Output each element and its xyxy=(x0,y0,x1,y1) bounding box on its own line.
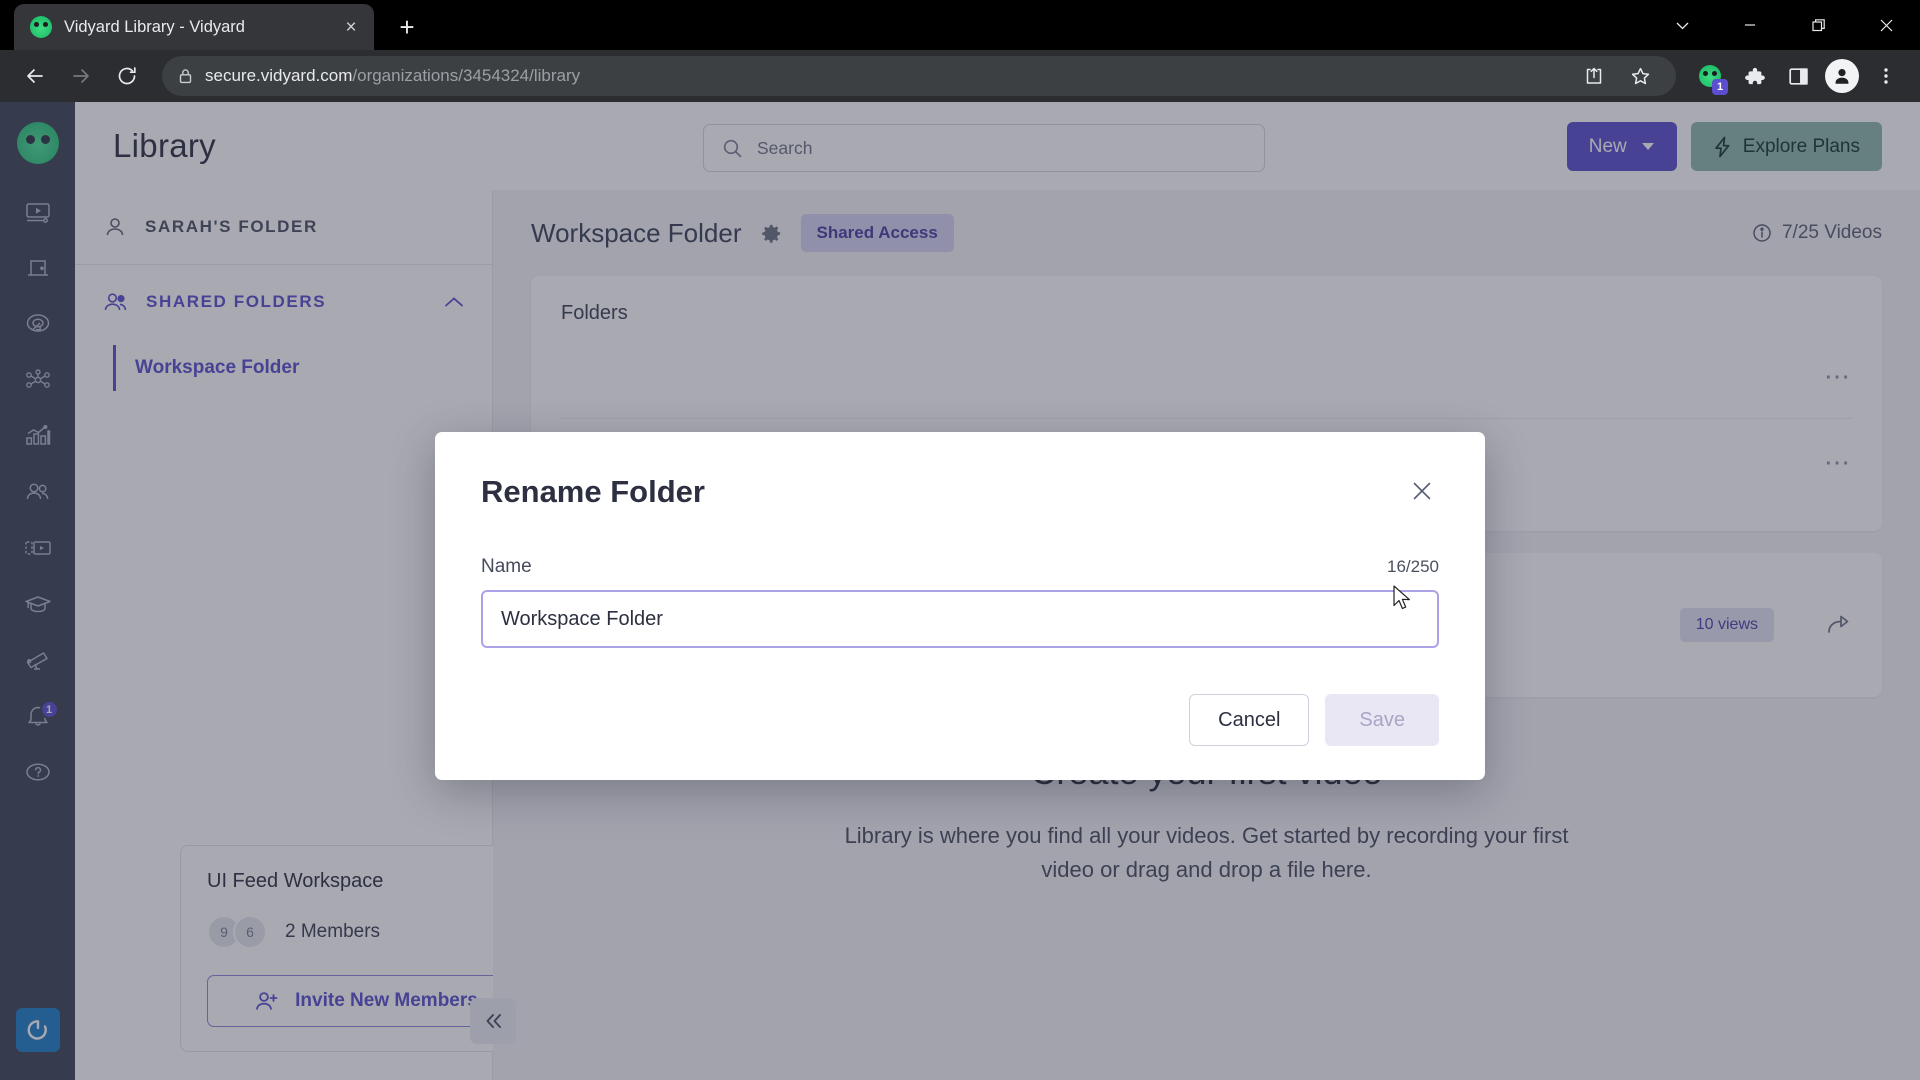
dialog-actions: Cancel Save xyxy=(481,694,1439,746)
header-actions: New Explore Plans xyxy=(1566,122,1882,171)
dialog-title: Rename Folder xyxy=(481,474,705,509)
network-nodes-icon[interactable] xyxy=(12,354,64,406)
chevron-up-icon[interactable] xyxy=(444,296,464,308)
chevron-double-left-icon[interactable] xyxy=(470,998,516,1044)
search-box[interactable]: Search xyxy=(703,124,1265,172)
empty-state-body: Library is where you find all your video… xyxy=(844,823,1569,883)
share-arrow-icon[interactable] xyxy=(1826,613,1852,637)
bell-badge: 1 xyxy=(39,700,59,719)
help-question-icon[interactable] xyxy=(12,746,64,798)
vidyard-extension-icon[interactable]: 1 xyxy=(1690,56,1730,96)
notification-bell-icon[interactable]: 1 xyxy=(12,690,64,742)
icon-rail: 1 xyxy=(0,102,75,1080)
graduation-cap-icon[interactable] xyxy=(12,578,64,630)
workspace-members: 9 6 2 Members xyxy=(207,915,525,949)
lock-icon xyxy=(178,68,193,84)
breadcrumb: Workspace Folder Shared Access 7/25 Vide… xyxy=(531,190,1882,276)
reload-icon[interactable] xyxy=(106,55,148,97)
omnibox-actions xyxy=(1574,56,1660,96)
side-panel-icon[interactable] xyxy=(1778,56,1818,96)
videos-count: 7/25 Videos xyxy=(1752,222,1882,244)
table-row[interactable]: ⋯ xyxy=(561,333,1852,419)
video-views: 10 views xyxy=(1679,608,1774,642)
explore-plans-button[interactable]: Explore Plans xyxy=(1690,122,1882,171)
app-root: Vidyard Library - Vidyard × + secure.vid… xyxy=(0,0,1920,1080)
more-options-icon[interactable]: ⋯ xyxy=(1824,449,1852,475)
save-button: Save xyxy=(1325,694,1439,746)
info-circle-icon xyxy=(1752,223,1772,243)
explore-plans-label: Explore Plans xyxy=(1742,135,1860,157)
new-button[interactable]: New xyxy=(1566,122,1677,171)
back-arrow-icon[interactable] xyxy=(14,55,56,97)
sidebar-shared-folders-label: SHARED FOLDERS xyxy=(146,292,327,311)
invite-button-label: Invite New Members xyxy=(295,990,478,1011)
vidyard-logo-icon[interactable] xyxy=(16,122,59,164)
videos-count-label: 7/25 Videos xyxy=(1781,222,1882,243)
gear-icon[interactable] xyxy=(760,222,783,245)
browser-titlebar: Vidyard Library - Vidyard × + xyxy=(0,0,1920,50)
browser-toolbar: secure.vidyard.com/organizations/3454324… xyxy=(0,50,1920,102)
folders-heading: Folders xyxy=(561,302,628,324)
vidyard-logo-icon xyxy=(30,16,52,38)
url-path: /organizations/3454324/library xyxy=(352,66,581,85)
status-badge: Shared Access xyxy=(800,214,954,252)
search-icon xyxy=(722,138,743,159)
page-title: Library xyxy=(113,127,216,164)
new-button-label: New xyxy=(1588,135,1627,157)
rocket-target-icon[interactable] xyxy=(12,298,64,350)
extensions-puzzle-icon[interactable] xyxy=(1734,56,1774,96)
video-player-icon[interactable] xyxy=(12,186,64,238)
window-close-icon[interactable] xyxy=(1852,0,1920,50)
dialog-header: Rename Folder xyxy=(481,474,1439,510)
window-minimize-icon[interactable] xyxy=(1716,0,1784,50)
avatar: 6 xyxy=(233,915,267,949)
users-group-icon[interactable] xyxy=(12,466,64,518)
breadcrumb-folder-name: Workspace Folder xyxy=(531,217,742,248)
close-icon[interactable] xyxy=(1405,474,1439,508)
share-icon[interactable] xyxy=(1574,56,1614,96)
folder-sidebar: SARAH'S FOLDER SHARED FOLDERS Workspace … xyxy=(75,190,552,1080)
app-header: Library Search New Explore Plans xyxy=(75,102,1920,190)
workspace-name: UI Feed Workspace xyxy=(207,870,384,892)
chrome-menu-icon[interactable] xyxy=(1866,56,1906,96)
folder-name-input[interactable] xyxy=(481,590,1439,648)
person-icon xyxy=(103,215,127,239)
lightning-bolt-icon xyxy=(1713,136,1732,158)
character-counter: 16/250 xyxy=(1387,557,1439,576)
video-template-icon[interactable] xyxy=(12,522,64,574)
name-field-label: Name xyxy=(481,556,532,577)
chevron-down-icon xyxy=(1641,142,1655,151)
tab-title: Vidyard Library - Vidyard xyxy=(64,17,245,36)
power-refresh-icon[interactable] xyxy=(15,1008,60,1052)
telescope-icon[interactable] xyxy=(12,634,64,686)
search-placeholder: Search xyxy=(757,137,813,158)
sidebar-item-workspace-folder[interactable]: Workspace Folder xyxy=(75,339,492,397)
person-add-icon xyxy=(254,989,279,1013)
people-icon xyxy=(103,290,128,314)
address-bar[interactable]: secure.vidyard.com/organizations/3454324… xyxy=(162,56,1676,96)
sidebar-personal-folder-label: SARAH'S FOLDER xyxy=(145,217,318,236)
tab-close-icon[interactable]: × xyxy=(338,14,364,40)
analytics-bar-chart-icon[interactable] xyxy=(12,410,64,462)
bookmark-star-icon[interactable] xyxy=(1620,56,1660,96)
browser-tab[interactable]: Vidyard Library - Vidyard × xyxy=(14,4,374,50)
extension-badge: 1 xyxy=(1712,79,1728,95)
address-bar-url: secure.vidyard.com/organizations/3454324… xyxy=(205,66,580,86)
sidebar-item-shared-folders[interactable]: SHARED FOLDERS xyxy=(75,265,492,339)
more-options-icon[interactable]: ⋯ xyxy=(1824,363,1852,389)
window-controls xyxy=(1648,0,1920,50)
cancel-button[interactable]: Cancel xyxy=(1189,694,1310,746)
window-chevron-down-icon[interactable] xyxy=(1648,0,1716,50)
members-count: 2 Members xyxy=(285,921,381,942)
window-maximize-icon[interactable] xyxy=(1784,0,1852,50)
sidebar-workspace-folder-label: Workspace Folder xyxy=(135,357,300,378)
name-field-labels: Name 16/250 xyxy=(481,556,1439,578)
profile-avatar-icon[interactable] xyxy=(1822,56,1862,96)
new-tab-button[interactable]: + xyxy=(390,11,424,43)
url-domain: secure.vidyard.com xyxy=(205,66,353,85)
sidebar-item-personal-folder[interactable]: SARAH'S FOLDER xyxy=(75,190,492,264)
forward-arrow-icon[interactable] xyxy=(60,55,102,97)
rename-folder-dialog: Rename Folder Name 16/250 Cancel Save xyxy=(435,432,1485,780)
door-icon[interactable] xyxy=(12,242,64,294)
